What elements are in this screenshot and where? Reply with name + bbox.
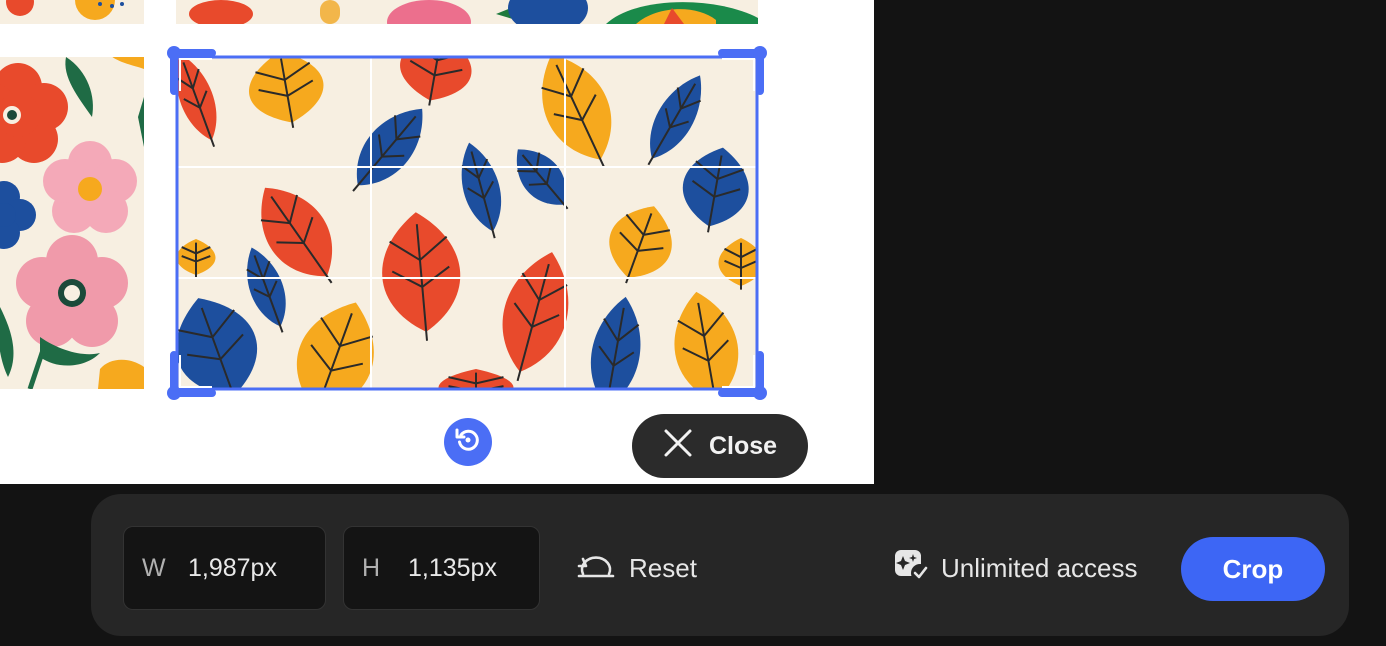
height-label: H	[362, 553, 381, 582]
close-icon	[663, 428, 693, 465]
crop-button[interactable]: Crop	[1181, 537, 1325, 601]
rotate-ccw-icon	[454, 426, 482, 459]
width-label: W	[142, 553, 166, 582]
close-label: Close	[708, 431, 778, 460]
width-value[interactable]: 1,987px	[188, 554, 277, 583]
close-button[interactable]: Close	[632, 414, 808, 478]
undo-arc-icon	[577, 550, 615, 587]
height-field[interactable]: H 1,135px	[343, 526, 540, 610]
sparkle-check-icon	[893, 548, 929, 589]
pattern-thumbnail-fruit-top[interactable]	[176, 0, 758, 24]
image-canvas: Close	[0, 0, 874, 484]
unlimited-access-badge[interactable]: Unlimited access	[893, 546, 1138, 590]
crop-toolbar: W 1,987px H 1,135px Reset Unlimited acce	[91, 494, 1349, 636]
reset-button[interactable]: Reset	[577, 546, 697, 590]
pattern-thumbnail-floral-top[interactable]	[0, 0, 144, 24]
width-field[interactable]: W 1,987px	[123, 526, 326, 610]
height-value[interactable]: 1,135px	[408, 554, 497, 583]
unlimited-access-label: Unlimited access	[941, 552, 1138, 583]
pattern-thumbnail-floral[interactable]	[0, 57, 144, 389]
crop-image-preview	[176, 57, 758, 389]
rotate-button[interactable]	[444, 418, 492, 466]
reset-label: Reset	[629, 552, 697, 583]
